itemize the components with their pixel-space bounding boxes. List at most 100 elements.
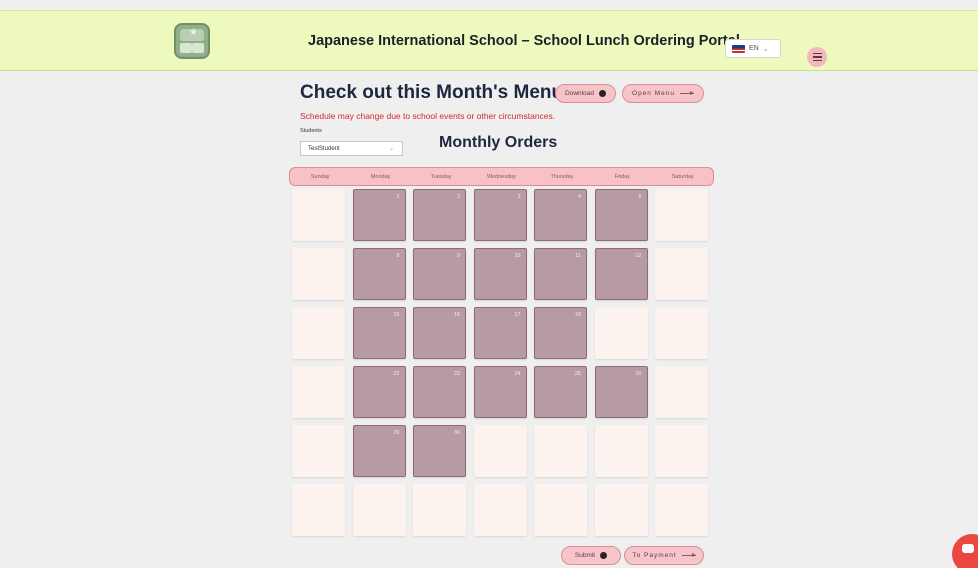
submit-label: Submit [574,552,596,559]
calendar-day-cell [655,425,708,477]
download-icon [598,90,606,97]
calendar-day-cell [655,366,708,418]
calendar-day-cell [655,189,708,241]
school-lunch-logo-icon[interactable]: ★ [174,23,210,59]
check-circle-icon [600,552,608,559]
day-number: 4 [577,194,581,200]
open-menu-label: Open Menu [632,90,675,97]
calendar-day-cell[interactable]: 11 [534,248,587,300]
calendar-day-cell [292,189,345,241]
to-payment-label: To Payment [632,552,677,559]
weekday-label: Sunday [310,173,330,180]
day-number: 1 [396,194,400,200]
day-number: 18 [574,312,581,318]
day-number: 16 [453,312,460,318]
calendar-day-cell [594,307,648,359]
portal-title: Japanese International School – School L… [308,33,740,49]
calendar-day-cell [594,484,648,536]
calendar-day-cell [292,425,345,477]
day-number: 11 [575,253,581,259]
calendar-day-cell[interactable]: 10 [473,248,527,300]
calendar-day-cell [413,484,466,536]
calendar-day-cell [292,484,345,536]
day-number: 22 [393,371,400,377]
submit-button[interactable]: Submit [561,546,621,565]
calendar-day-cell[interactable]: 5 [594,189,648,241]
weekday-label: Thursday [550,173,574,180]
calendar-day-cell [292,307,345,359]
to-payment-button[interactable]: To Payment [624,546,704,565]
students-label: Students [300,128,322,134]
calendar-day-cell[interactable]: 24 [473,366,527,418]
chevron-down-icon: ⌄ [388,146,394,152]
calendar-day-cell[interactable]: 3 [473,189,527,241]
day-number: 3 [517,194,521,200]
calendar-day-cell[interactable]: 2 [413,189,466,241]
calendar-day-cell [292,366,345,418]
calendar-day-cell [534,484,587,536]
calendar-day-cell [594,425,648,477]
us-flag-icon [732,44,745,53]
calendar-day-cell[interactable]: 12 [594,248,648,300]
weekday-label: Monday [370,173,391,180]
calendar-day-cell [655,484,708,536]
day-number: 5 [638,194,642,200]
calendar-day-cell[interactable]: 30 [413,425,466,477]
calendar-day-cell[interactable]: 18 [534,307,587,359]
day-number: 2 [456,194,460,200]
calendar-day-cell [473,484,527,536]
calendar-day-cell[interactable]: 1 [352,189,406,241]
day-number: 29 [393,430,400,436]
calendar-day-cell[interactable]: 9 [413,248,466,300]
day-number: 9 [456,253,460,259]
top-header-bar: ★ Japanese International School – School… [0,10,978,71]
language-code: EN [749,45,759,52]
chevron-down-icon: ⌄ [762,45,769,53]
language-selector[interactable]: EN ⌄ [725,39,781,58]
chat-widget-icon[interactable] [952,534,978,568]
day-number: 24 [514,371,521,377]
day-number: 26 [635,371,642,377]
calendar-day-cell[interactable]: 17 [473,307,527,359]
day-number: 25 [574,371,581,377]
calendar-day-cell [534,425,587,477]
arrow-right-icon [679,91,694,95]
calendar-day-cell[interactable]: 4 [534,189,587,241]
day-number: 8 [396,253,400,259]
calendar-day-cell[interactable]: 16 [413,307,466,359]
day-number: 30 [453,430,460,436]
day-number: 15 [393,312,400,318]
calendar-day-cell [655,307,708,359]
calendar-grid: 1 2 3 4 5 8 9 10 11 12 15 16 17 18 22 23 24 25 26 29 30 [292,189,708,536]
calendar-day-cell [292,248,345,300]
calendar-day-cell[interactable]: 22 [352,366,406,418]
student-select[interactable]: TestStudent ⌄ [300,141,403,156]
day-number: 12 [635,253,642,259]
student-select-value: TestStudent [308,145,340,152]
day-number: 23 [453,371,460,377]
open-menu-button[interactable]: Open Menu [622,84,704,103]
day-number: 17 [514,312,521,318]
calendar-day-cell[interactable]: 26 [594,366,648,418]
weekday-label: Wednesday [487,173,516,180]
calendar-day-cell [473,425,527,477]
day-number: 10 [514,253,521,259]
weekday-label: Saturday [671,173,694,180]
menu-heading: Check out this Month's Menu: [300,82,570,103]
arrow-right-icon [681,553,696,557]
calendar-day-cell [352,484,406,536]
calendar-day-cell[interactable]: 15 [352,307,406,359]
calendar-title: Monthly Orders [439,134,558,151]
download-label: Download [565,90,594,97]
download-button[interactable]: Download [555,84,616,103]
schedule-notice: Schedule may change due to school events… [300,111,556,121]
hamburger-menu-icon[interactable] [807,47,827,67]
weekday-label: Friday [614,173,630,180]
weekday-label: Tuesday [430,173,452,180]
calendar-day-cell[interactable]: 8 [352,248,406,300]
weekday-header: Sunday Monday Tuesday Wednesday Thursday… [289,167,714,186]
calendar-day-cell[interactable]: 25 [534,366,587,418]
calendar-day-cell [655,248,708,300]
calendar-day-cell[interactable]: 23 [413,366,466,418]
calendar-day-cell[interactable]: 29 [352,425,406,477]
